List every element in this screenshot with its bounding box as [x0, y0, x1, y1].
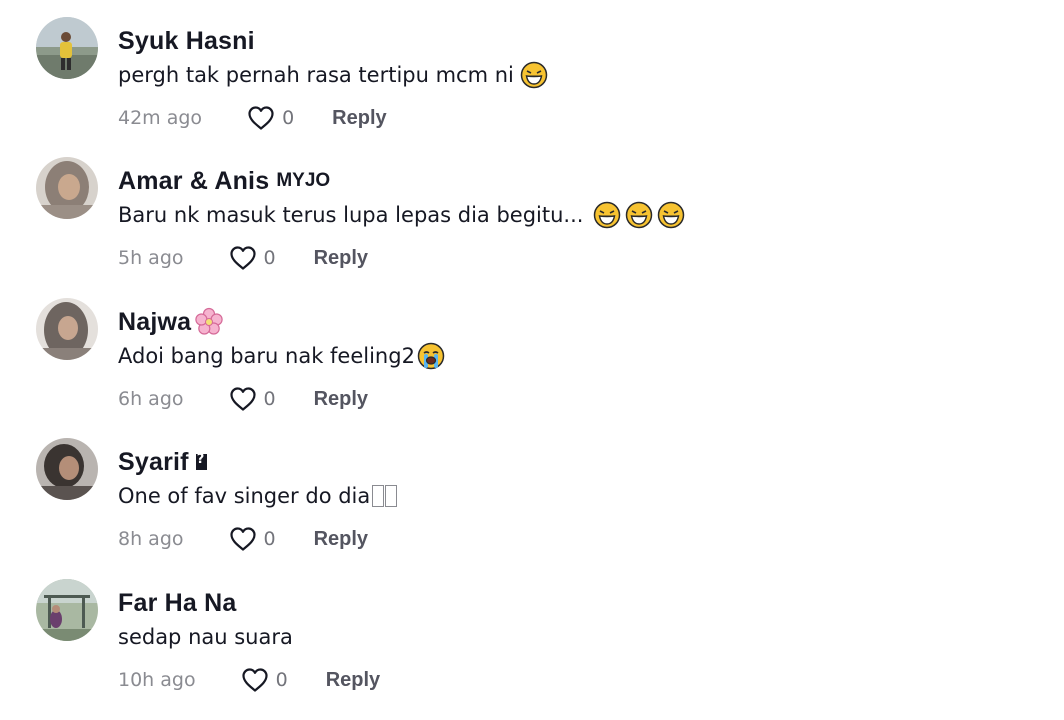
heart-outline-icon[interactable] — [229, 386, 257, 412]
comment-header: Syuk Hasni — [118, 24, 255, 58]
comment-item: Najwa Adoi bang baru nak feeling2 6h ago… — [0, 281, 1064, 421]
laughing-tears-emoji — [626, 201, 653, 229]
comment-body: One of fav singer do dia — [118, 481, 398, 511]
heart-outline-icon[interactable] — [241, 667, 269, 693]
comment-header: Najwa — [118, 305, 224, 339]
username[interactable]: Far Ha Na — [118, 589, 237, 618]
avatar[interactable] — [36, 157, 98, 219]
avatar[interactable] — [36, 579, 98, 641]
username[interactable]: Syarif — [118, 448, 189, 477]
avatar[interactable] — [36, 298, 98, 360]
username[interactable]: Amar & Anis — [118, 167, 269, 196]
comment-header: Far Ha Na — [118, 586, 237, 620]
missing-glyph-icon — [372, 485, 385, 507]
like-count: 0 — [282, 107, 295, 129]
heart-outline-icon[interactable] — [247, 105, 275, 131]
like-button[interactable]: 0 — [247, 105, 294, 131]
laughing-tears-emoji — [520, 61, 548, 89]
comment-body: Baru nk masuk terus lupa lepas dia begit… — [118, 200, 685, 230]
reply-button[interactable]: Reply — [314, 388, 368, 411]
comment-header: Syarif — [118, 445, 207, 479]
heart-outline-icon[interactable] — [229, 245, 257, 271]
name-emoji — [194, 307, 224, 337]
like-count: 0 — [263, 388, 276, 410]
cherry-blossom-emoji — [195, 307, 223, 335]
comment-text: sedap nau suara — [118, 625, 293, 649]
laughing-tears-emoji — [594, 201, 621, 229]
like-count: 0 — [263, 247, 276, 269]
comment-meta: 8h ago 0 Reply — [118, 524, 368, 554]
loudly-crying-emoji — [417, 342, 445, 370]
comment-text: pergh tak pernah rasa tertipu mcm ni — [118, 63, 514, 87]
comment-body: pergh tak pernah rasa tertipu mcm ni — [118, 60, 548, 90]
comment-time: 8h ago — [118, 528, 184, 550]
comment-item: Syuk Hasni pergh tak pernah rasa tertipu… — [0, 0, 1064, 140]
comment-body: sedap nau suara — [118, 622, 293, 652]
comment-body: Adoi bang baru nak feeling2 — [118, 341, 445, 371]
like-count: 0 — [263, 528, 276, 550]
comment-time: 10h ago — [118, 669, 196, 691]
laughing-tears-emoji — [658, 201, 685, 229]
missing-glyph-icon — [195, 452, 207, 470]
emoji-group — [520, 61, 548, 89]
comment-meta: 42m ago 0 Reply — [118, 103, 387, 133]
username[interactable]: Najwa — [118, 308, 191, 337]
comment-time: 6h ago — [118, 388, 184, 410]
comment-meta: 6h ago 0 Reply — [118, 384, 368, 414]
comment-header: Amar & Anis MYJO — [118, 164, 330, 198]
comment-item: Amar & Anis MYJO Baru nk masuk terus lup… — [0, 140, 1064, 280]
avatar[interactable] — [36, 17, 98, 79]
emoji-group — [593, 201, 685, 229]
reply-button[interactable]: Reply — [326, 669, 380, 692]
comment-time: 5h ago — [118, 247, 184, 269]
comment-meta: 10h ago 0 Reply — [118, 665, 380, 695]
username-tag: MYJO — [276, 170, 331, 191]
reply-button[interactable]: Reply — [314, 528, 368, 551]
username[interactable]: Syuk Hasni — [118, 27, 255, 56]
comment-item: Syarif One of fav singer do dia 8h ago 0… — [0, 421, 1064, 561]
comment-meta: 5h ago 0 Reply — [118, 243, 368, 273]
avatar[interactable] — [36, 438, 98, 500]
like-button[interactable]: 0 — [229, 526, 276, 552]
missing-glyph-icon — [385, 485, 398, 507]
like-button[interactable]: 0 — [229, 386, 276, 412]
emoji-group — [417, 342, 445, 370]
reply-button[interactable]: Reply — [332, 107, 386, 130]
comment-text: One of fav singer do dia — [118, 484, 371, 508]
like-count: 0 — [275, 669, 288, 691]
comment-text: Adoi bang baru nak feeling2 — [118, 344, 415, 368]
comment-text: Baru nk masuk terus lupa lepas dia begit… — [118, 203, 584, 227]
like-button[interactable]: 0 — [241, 667, 288, 693]
comment-time: 42m ago — [118, 107, 203, 129]
missing-glyph-boxes — [371, 485, 398, 507]
reply-button[interactable]: Reply — [314, 247, 368, 270]
comment-item: Far Ha Na sedap nau suara 10h ago 0 Repl… — [0, 562, 1064, 702]
heart-outline-icon[interactable] — [229, 526, 257, 552]
like-button[interactable]: 0 — [229, 245, 276, 271]
